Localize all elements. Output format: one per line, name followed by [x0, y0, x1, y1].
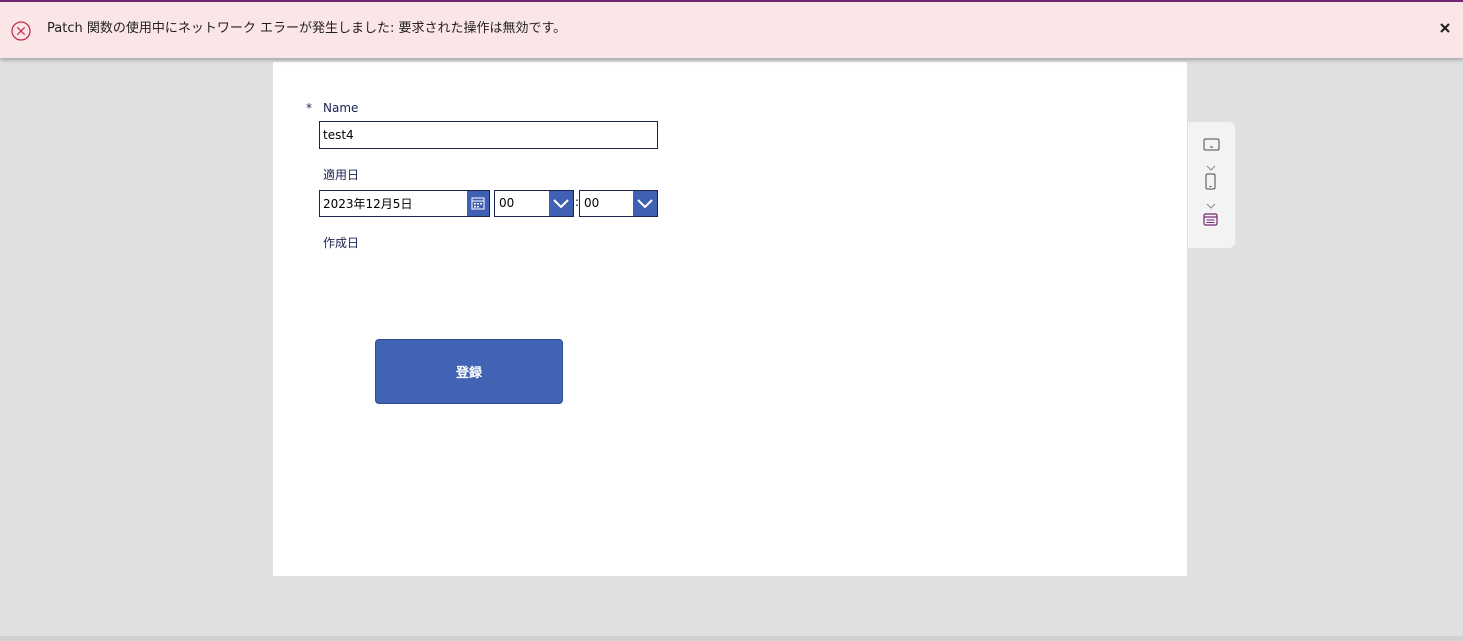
error-circle-icon: [11, 21, 31, 41]
error-message: Patch 関数の使用中にネットワーク エラーが発生しました: 要求された操作は…: [47, 21, 567, 36]
chevron-down-icon[interactable]: [1206, 194, 1216, 213]
device-side-panel: [1188, 122, 1235, 248]
chevron-down-icon: [633, 191, 657, 216]
bottom-bar: [0, 636, 1463, 641]
close-icon[interactable]: [1437, 20, 1453, 36]
name-input[interactable]: [319, 121, 658, 149]
hour-dropdown[interactable]: 00: [494, 190, 574, 217]
minute-value: 00: [584, 196, 600, 210]
chevron-down-icon: [549, 191, 573, 216]
name-label: Name: [323, 101, 359, 115]
minute-dropdown[interactable]: 00: [579, 190, 658, 217]
tablet-landscape-icon[interactable]: [1203, 137, 1221, 156]
app-canvas: * Name 適用日 2023年12月5日 00 : 00: [273, 62, 1187, 576]
date-picker[interactable]: 2023年12月5日: [319, 190, 490, 217]
calendar-icon[interactable]: [467, 191, 489, 216]
phone-icon[interactable]: [1205, 173, 1217, 195]
hour-value: 00: [499, 196, 515, 210]
register-button[interactable]: 登録: [375, 339, 563, 404]
error-banner: Patch 関数の使用中にネットワーク エラーが発生しました: 要求された操作は…: [0, 2, 1463, 58]
date-value: 2023年12月5日: [323, 197, 413, 211]
form-icon[interactable]: [1203, 212, 1219, 231]
required-mark: *: [306, 101, 312, 115]
apply-date-label: 適用日: [323, 168, 360, 182]
created-date-label: 作成日: [323, 236, 360, 250]
